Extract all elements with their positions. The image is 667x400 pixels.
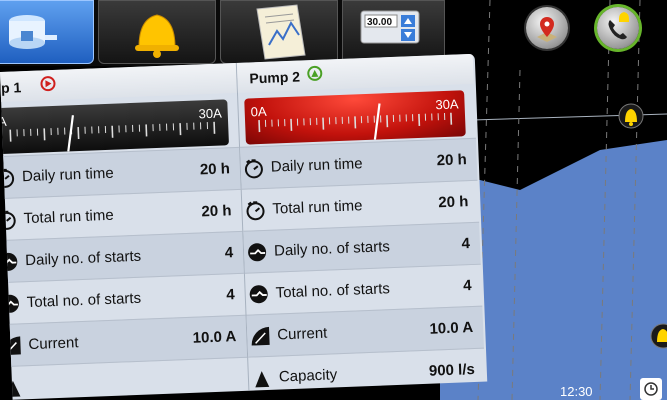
alarms-tab[interactable] xyxy=(98,0,216,64)
metric-value: 20 h xyxy=(199,160,231,179)
gauge-needle xyxy=(67,115,75,152)
pump-station-tab[interactable] xyxy=(0,0,94,64)
metric-value: 10.0 A xyxy=(429,319,474,338)
stopped-status-icon xyxy=(40,75,56,92)
setpoints-tab[interactable]: 30.00 xyxy=(342,0,445,64)
reports-tab[interactable] xyxy=(220,0,338,64)
metric-value: 4 xyxy=(462,277,472,295)
metric-value: 20 h xyxy=(436,151,468,170)
pump-2-column: Pump 2 0A 30A Daily run time 20 h Total ru… xyxy=(235,53,486,400)
metric-label: Total run time xyxy=(23,206,114,228)
metric-label: Daily run time xyxy=(270,155,363,176)
metric-value: 4 xyxy=(224,244,234,262)
alarm-bell-icon xyxy=(135,14,179,58)
time-axis-label: 12:30 xyxy=(560,384,593,399)
metric-label: Daily run time xyxy=(21,164,114,186)
pump-1-column: mp 1 A 30A Daily run time 20 h Total run t… xyxy=(0,62,249,400)
metric-value: 10.0 A xyxy=(192,328,237,347)
metric-value: 4 xyxy=(226,286,236,304)
metric-label: Current xyxy=(28,334,79,354)
stopwatch-icon xyxy=(244,199,267,222)
metric-label: Total no. of starts xyxy=(275,280,391,302)
phone-alarm-icon xyxy=(608,12,629,40)
gauge-scale xyxy=(9,115,216,152)
metric-label: Daily no. of starts xyxy=(273,238,391,260)
pump-panel: mp 1 A 30A Daily run time 20 h Total run t… xyxy=(0,53,488,400)
starts-icon xyxy=(247,283,270,306)
stopwatch-icon xyxy=(242,157,265,180)
starts-icon xyxy=(246,241,269,264)
pump-1-title: mp 1 xyxy=(0,79,22,97)
running-status-icon xyxy=(307,65,323,82)
pump-1-current-gauge: A 30A xyxy=(0,99,229,155)
metric-value: 20 h xyxy=(438,193,469,212)
capacity-icon xyxy=(251,367,274,390)
map-location-button[interactable] xyxy=(526,7,568,49)
metric-value: 900 l/s xyxy=(428,361,476,380)
metric-label: Capacity xyxy=(278,366,338,386)
metric-value: 4 xyxy=(461,235,471,253)
map-location-icon xyxy=(537,17,557,42)
metric-label: Total run time xyxy=(272,197,363,218)
metric-label: Total no. of starts xyxy=(26,289,142,312)
pump-2-title: Pump 2 xyxy=(249,68,301,87)
phone-alarm-button[interactable] xyxy=(597,7,639,49)
current-icon xyxy=(249,325,272,348)
metric-label: Daily no. of starts xyxy=(24,247,142,270)
trend-report-icon xyxy=(256,4,306,60)
svg-text:30.00: 30.00 xyxy=(367,17,392,28)
pump-station-icon xyxy=(9,15,57,49)
gauge-scale xyxy=(258,103,453,140)
pump-2-current-gauge: 0A 30A xyxy=(244,90,466,145)
top-toolbar: 30.00 xyxy=(0,0,445,66)
metric-value: 20 h xyxy=(201,202,232,221)
bell-icon[interactable] xyxy=(618,103,644,129)
clock-icon xyxy=(640,378,662,400)
metric-label: Current xyxy=(276,324,328,344)
